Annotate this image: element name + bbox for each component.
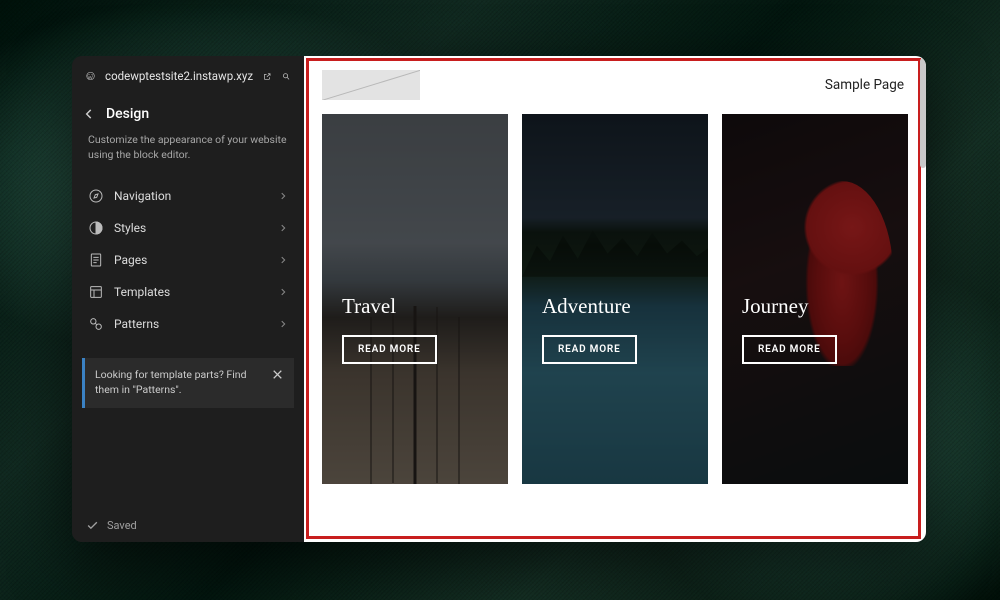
status-text: Saved xyxy=(107,519,137,532)
panel-header: Design xyxy=(72,96,304,130)
info-notice: Looking for template parts? Find them in… xyxy=(82,358,294,407)
menu-label: Patterns xyxy=(114,317,268,331)
chevron-right-icon xyxy=(278,255,288,265)
panel-description: Customize the appearance of your website… xyxy=(72,130,304,176)
editor-window: codewptestsite2.instawp.xyz Design Custo… xyxy=(72,56,926,542)
preview-canvas[interactable]: Sample Page Travel READ MORE Adventure R… xyxy=(304,56,926,542)
read-more-button[interactable]: READ MORE xyxy=(342,335,437,364)
layout-icon xyxy=(88,284,104,300)
card-row: Travel READ MORE Adventure READ MORE Jou… xyxy=(304,114,926,484)
scrollbar[interactable] xyxy=(920,58,926,168)
notice-text: Looking for template parts? Find them in… xyxy=(95,368,263,397)
page-icon xyxy=(88,252,104,268)
menu-label: Styles xyxy=(114,221,268,235)
card-adventure[interactable]: Adventure READ MORE xyxy=(522,114,708,484)
patterns-icon xyxy=(88,316,104,332)
card-title: Travel xyxy=(342,294,488,319)
sidebar: codewptestsite2.instawp.xyz Design Custo… xyxy=(72,56,304,542)
check-icon xyxy=(86,519,99,532)
menu-label: Navigation xyxy=(114,189,268,203)
menu-item-pages[interactable]: Pages xyxy=(82,244,294,276)
logo-placeholder[interactable] xyxy=(322,70,420,100)
card-journey[interactable]: Journey READ MORE xyxy=(722,114,908,484)
menu-label: Pages xyxy=(114,253,268,267)
menu-item-styles[interactable]: Styles xyxy=(82,212,294,244)
external-link-icon[interactable] xyxy=(263,69,271,84)
menu-label: Templates xyxy=(114,285,268,299)
read-more-button[interactable]: READ MORE xyxy=(542,335,637,364)
design-menu: Navigation Styles Pages Templates Patter xyxy=(72,176,304,344)
save-status: Saved xyxy=(72,509,304,542)
contrast-icon xyxy=(88,220,104,236)
menu-item-templates[interactable]: Templates xyxy=(82,276,294,308)
read-more-button[interactable]: READ MORE xyxy=(742,335,837,364)
chevron-right-icon xyxy=(278,319,288,329)
search-icon[interactable] xyxy=(282,69,290,84)
admin-topbar: codewptestsite2.instawp.xyz xyxy=(72,56,304,96)
menu-item-patterns[interactable]: Patterns xyxy=(82,308,294,340)
chevron-right-icon xyxy=(278,191,288,201)
back-chevron-icon[interactable] xyxy=(82,107,96,121)
close-icon[interactable] xyxy=(271,368,284,381)
site-url[interactable]: codewptestsite2.instawp.xyz xyxy=(105,69,253,83)
menu-item-navigation[interactable]: Navigation xyxy=(82,180,294,212)
chevron-right-icon xyxy=(278,223,288,233)
chevron-right-icon xyxy=(278,287,288,297)
card-title: Adventure xyxy=(542,294,688,319)
wordpress-logo-icon xyxy=(86,68,95,84)
card-travel[interactable]: Travel READ MORE xyxy=(322,114,508,484)
compass-icon xyxy=(88,188,104,204)
card-title: Journey xyxy=(742,294,888,319)
panel-title: Design xyxy=(106,106,149,122)
